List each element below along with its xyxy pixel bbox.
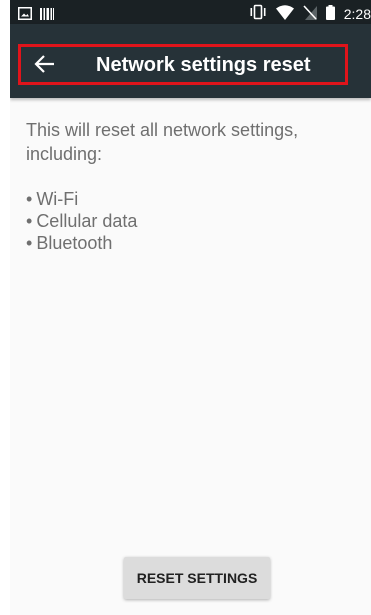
list-item-cellular-data: • Cellular data [26,210,366,232]
content-area: This will reset all network settings, in… [26,118,366,254]
bullet: • [26,211,33,231]
status-bar: 2:28 [10,0,371,24]
intro-text: This will reset all network settings, in… [26,120,299,164]
page-title: Network settings reset [96,54,311,76]
device-frame: 2:28 Network settings reset This will re… [0,0,371,615]
status-left-icons [18,5,54,24]
back-arrow-icon [34,55,56,79]
bullet: • [26,189,33,209]
barcode-icon [40,5,54,24]
list-item-bluetooth: • Bluetooth [26,232,366,254]
reset-settings-button[interactable]: RESET SETTINGS [124,557,270,599]
list-item-label: Bluetooth [36,233,113,253]
vibrate-icon [249,4,267,24]
list-item-label: Cellular data [36,211,138,231]
battery-icon [325,4,335,24]
back-button[interactable] [34,53,56,75]
list-item-wifi: • Wi-Fi [26,188,366,210]
wifi-icon [275,4,294,24]
no-sim-icon [303,4,317,24]
network-settings-list: • Wi-Fi • Cellular data • Bluetooth [26,188,366,254]
image-icon [18,5,32,24]
phone-screen: 2:28 Network settings reset This will re… [10,0,371,615]
status-right-icons: 2:28 [249,4,371,24]
app-bar: Network settings reset [10,24,371,98]
bullet: • [26,233,33,253]
status-time: 2:28 [343,6,371,22]
list-item-label: Wi-Fi [36,189,79,209]
